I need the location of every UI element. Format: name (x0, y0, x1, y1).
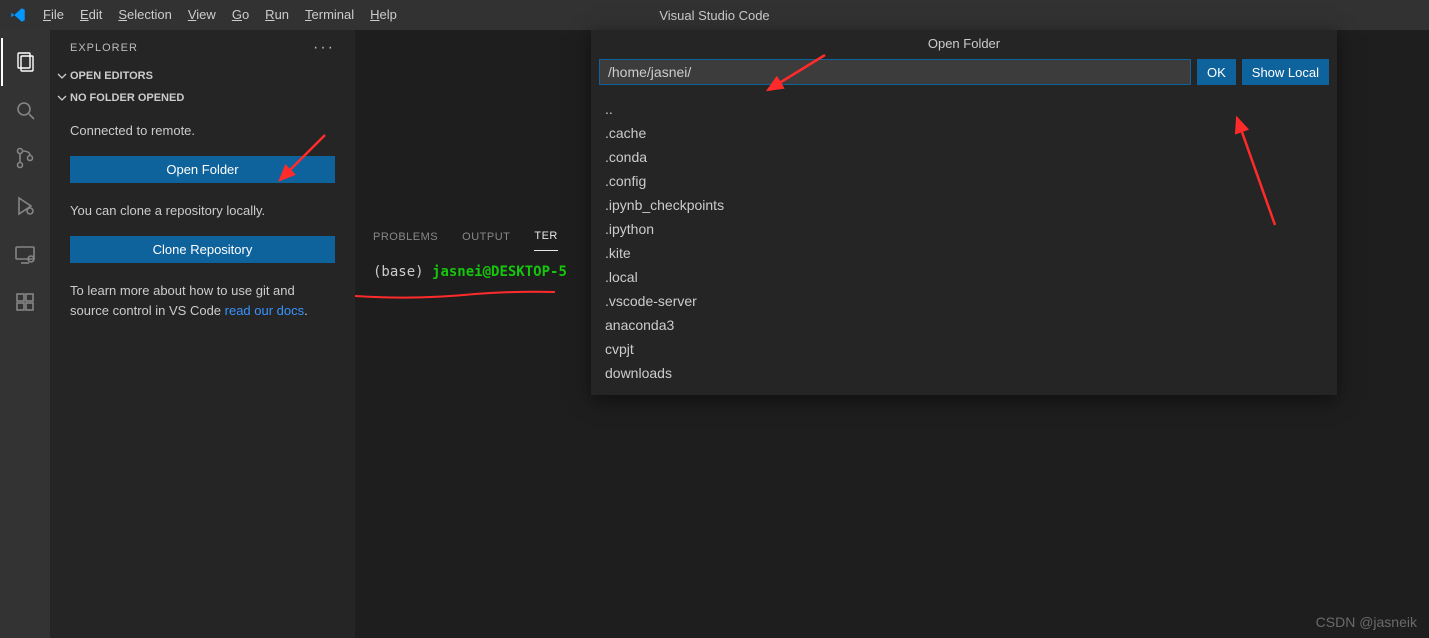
titlebar: File Edit Selection View Go Run Terminal… (0, 0, 1429, 30)
list-item[interactable]: .conda (591, 145, 1337, 169)
activity-search[interactable] (1, 86, 49, 134)
terminal-user-host: jasnei@DESKTOP-5 (432, 264, 567, 280)
list-item[interactable]: .. (591, 97, 1337, 121)
list-item[interactable]: .cache (591, 121, 1337, 145)
list-item[interactable]: downloads (591, 361, 1337, 385)
menu-file[interactable]: File (35, 0, 72, 30)
list-item[interactable]: .config (591, 169, 1337, 193)
explorer-header: EXPLORER ··· (50, 30, 355, 65)
menu-selection[interactable]: Selection (110, 0, 179, 30)
window-title: Visual Studio Code (659, 8, 769, 23)
watermark: CSDN @jasneik (1316, 614, 1417, 630)
activity-source-control[interactable] (1, 134, 49, 182)
no-folder-body: Connected to remote. Open Folder You can… (50, 109, 355, 348)
no-folder-section[interactable]: NO FOLDER OPENED (50, 87, 355, 109)
list-item[interactable]: .vscode-server (591, 289, 1337, 313)
explorer-more-icon[interactable]: ··· (313, 39, 335, 57)
annotation-underline (355, 290, 555, 300)
learn-more-text: To learn more about how to use git and s… (70, 281, 335, 323)
open-folder-dialog: Open Folder OK Show Local .. .cache .con… (591, 30, 1337, 395)
menu-help[interactable]: Help (362, 0, 405, 30)
folder-path-input[interactable] (599, 59, 1191, 85)
vscode-logo-icon (0, 6, 35, 24)
list-item[interactable]: .ipynb_checkpoints (591, 193, 1337, 217)
menu-view[interactable]: View (180, 0, 224, 30)
menu-run[interactable]: Run (257, 0, 297, 30)
read-docs-link[interactable]: read our docs (225, 303, 305, 318)
folder-list: .. .cache .conda .config .ipynb_checkpoi… (591, 93, 1337, 395)
list-item[interactable]: anaconda3 (591, 313, 1337, 337)
explorer-sidebar: EXPLORER ··· OPEN EDITORS NO FOLDER OPEN… (50, 30, 355, 638)
ok-button[interactable]: OK (1197, 59, 1236, 85)
show-local-button[interactable]: Show Local (1242, 59, 1329, 85)
panel-tab-problems[interactable]: PROBLEMS (373, 223, 438, 251)
menu-terminal[interactable]: Terminal (297, 0, 362, 30)
chevron-down-icon (54, 92, 70, 104)
panel-tab-output[interactable]: OUTPUT (462, 223, 510, 251)
activity-explorer[interactable] (1, 38, 49, 86)
terminal-prefix: (base) (373, 264, 432, 280)
open-folder-button[interactable]: Open Folder (70, 156, 335, 183)
open-editors-section[interactable]: OPEN EDITORS (50, 65, 355, 87)
activity-run-debug[interactable] (1, 182, 49, 230)
connected-text: Connected to remote. (70, 121, 335, 142)
activity-remote[interactable] (1, 230, 49, 278)
clone-text: You can clone a repository locally. (70, 201, 335, 222)
no-folder-label: NO FOLDER OPENED (70, 92, 184, 104)
list-item[interactable]: .local (591, 265, 1337, 289)
list-item[interactable]: .kite (591, 241, 1337, 265)
list-item[interactable]: .ipython (591, 217, 1337, 241)
explorer-title: EXPLORER (70, 42, 138, 54)
panel-tab-terminal[interactable]: TER (534, 222, 558, 251)
main-menu: File Edit Selection View Go Run Terminal… (35, 0, 405, 30)
dialog-title: Open Folder (591, 30, 1337, 59)
menu-edit[interactable]: Edit (72, 0, 110, 30)
activity-extensions[interactable] (1, 278, 49, 326)
list-item[interactable]: cvpjt (591, 337, 1337, 361)
clone-repository-button[interactable]: Clone Repository (70, 236, 335, 263)
menu-go[interactable]: Go (224, 0, 257, 30)
activity-bar (0, 30, 50, 638)
chevron-down-icon (54, 70, 70, 82)
open-editors-label: OPEN EDITORS (70, 70, 153, 82)
